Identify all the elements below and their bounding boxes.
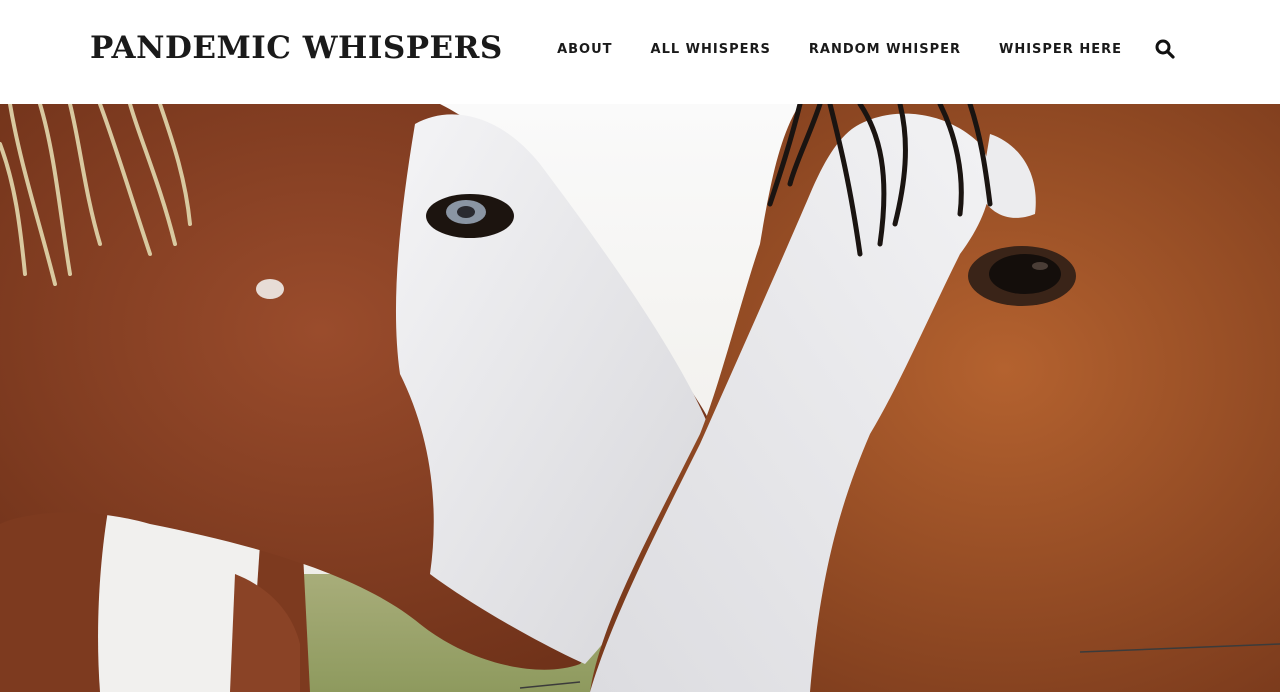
hero-image <box>0 104 1280 692</box>
search-button[interactable] <box>1154 38 1176 60</box>
main-nav: ABOUT ALL WHISPERS RANDOM WHISPER WHISPE… <box>557 38 1176 60</box>
nav-item-all-whispers[interactable]: ALL WHISPERS <box>651 42 771 57</box>
nav-item-about[interactable]: ABOUT <box>557 42 612 57</box>
search-icon <box>1155 39 1175 59</box>
nav-item-random-whisper[interactable]: RANDOM WHISPER <box>809 42 961 57</box>
two-horses-photo <box>0 104 1280 692</box>
site-header: PANDEMIC WHISPERS ABOUT ALL WHISPERS RAN… <box>0 0 1280 104</box>
nav-item-whisper-here[interactable]: WHISPER HERE <box>999 42 1122 57</box>
site-title[interactable]: PANDEMIC WHISPERS <box>90 30 503 66</box>
